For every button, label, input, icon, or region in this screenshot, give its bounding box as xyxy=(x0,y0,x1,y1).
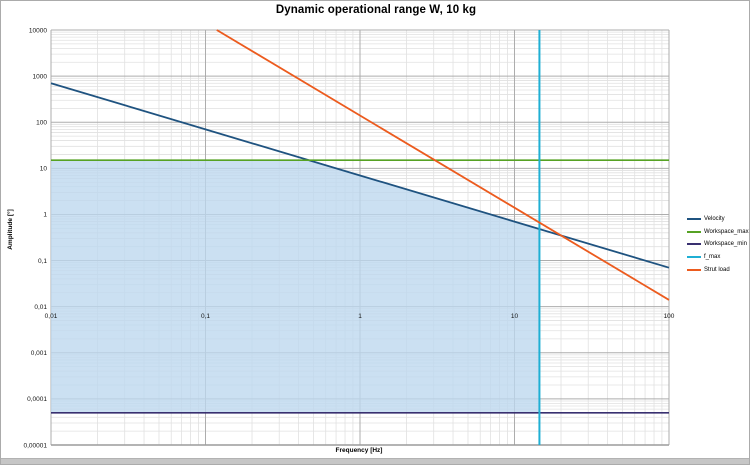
y-tick-label-0,0001: 0,0001 xyxy=(27,396,47,403)
legend-item-workspace-min: Workspace_min xyxy=(687,238,749,251)
operational-region xyxy=(51,160,539,413)
legend-label-velocity: Velocity xyxy=(704,216,725,222)
y-tick-label-0,01: 0,01 xyxy=(34,304,47,311)
legend-item-f-max: f_max xyxy=(687,251,749,264)
x-tick-label-1: 1 xyxy=(358,313,362,320)
legend-swatch-workspace-min xyxy=(687,243,701,245)
legend: Velocity Workspace_max Workspace_min f_max S… xyxy=(687,213,749,276)
legend-swatch-strut-load xyxy=(687,269,701,271)
legend-label-strut-load: Strut load xyxy=(704,267,730,273)
legend-item-workspace-max: Workspace_max xyxy=(687,226,749,239)
legend-item-strut-load: Strut load xyxy=(687,263,749,276)
x-tick-label-100: 100 xyxy=(664,313,675,320)
legend-label-workspace-max: Workspace_max xyxy=(704,229,749,235)
x-tick-label-0,01: 0,01 xyxy=(45,313,58,320)
legend-label-workspace-min: Workspace_min xyxy=(704,241,747,247)
legend-swatch-f-max xyxy=(687,256,701,258)
y-axis-title: Amplitude [°] xyxy=(3,159,18,299)
y-tick-label-10: 10 xyxy=(40,166,48,173)
legend-swatch-workspace-max xyxy=(687,231,701,233)
legend-item-velocity: Velocity xyxy=(687,213,749,226)
y-tick-label-0,1: 0,1 xyxy=(38,258,47,265)
plot-area: 1000010001001010,10,010,0010,00010,00001… xyxy=(1,1,750,465)
bottom-bar xyxy=(1,458,750,465)
chart-title: Dynamic operational range W, 10 kg xyxy=(1,4,750,16)
legend-swatch-velocity xyxy=(687,218,701,220)
legend-label-f-max: f_max xyxy=(704,254,720,260)
y-tick-label-0,001: 0,001 xyxy=(31,350,48,357)
y-tick-label-1: 1 xyxy=(43,212,47,219)
x-tick-label-0,1: 0,1 xyxy=(201,313,210,320)
y-tick-label-10000: 10000 xyxy=(29,27,47,34)
x-axis-title: Frequency [Hz] xyxy=(1,447,717,454)
y-axis-title-text: Amplitude [°] xyxy=(7,209,14,250)
y-tick-label-1000: 1000 xyxy=(33,73,48,80)
y-tick-label-100: 100 xyxy=(36,120,47,127)
x-tick-label-10: 10 xyxy=(511,313,519,320)
chart-screenshot: 1000010001001010,10,010,0010,00010,00001… xyxy=(0,0,750,465)
